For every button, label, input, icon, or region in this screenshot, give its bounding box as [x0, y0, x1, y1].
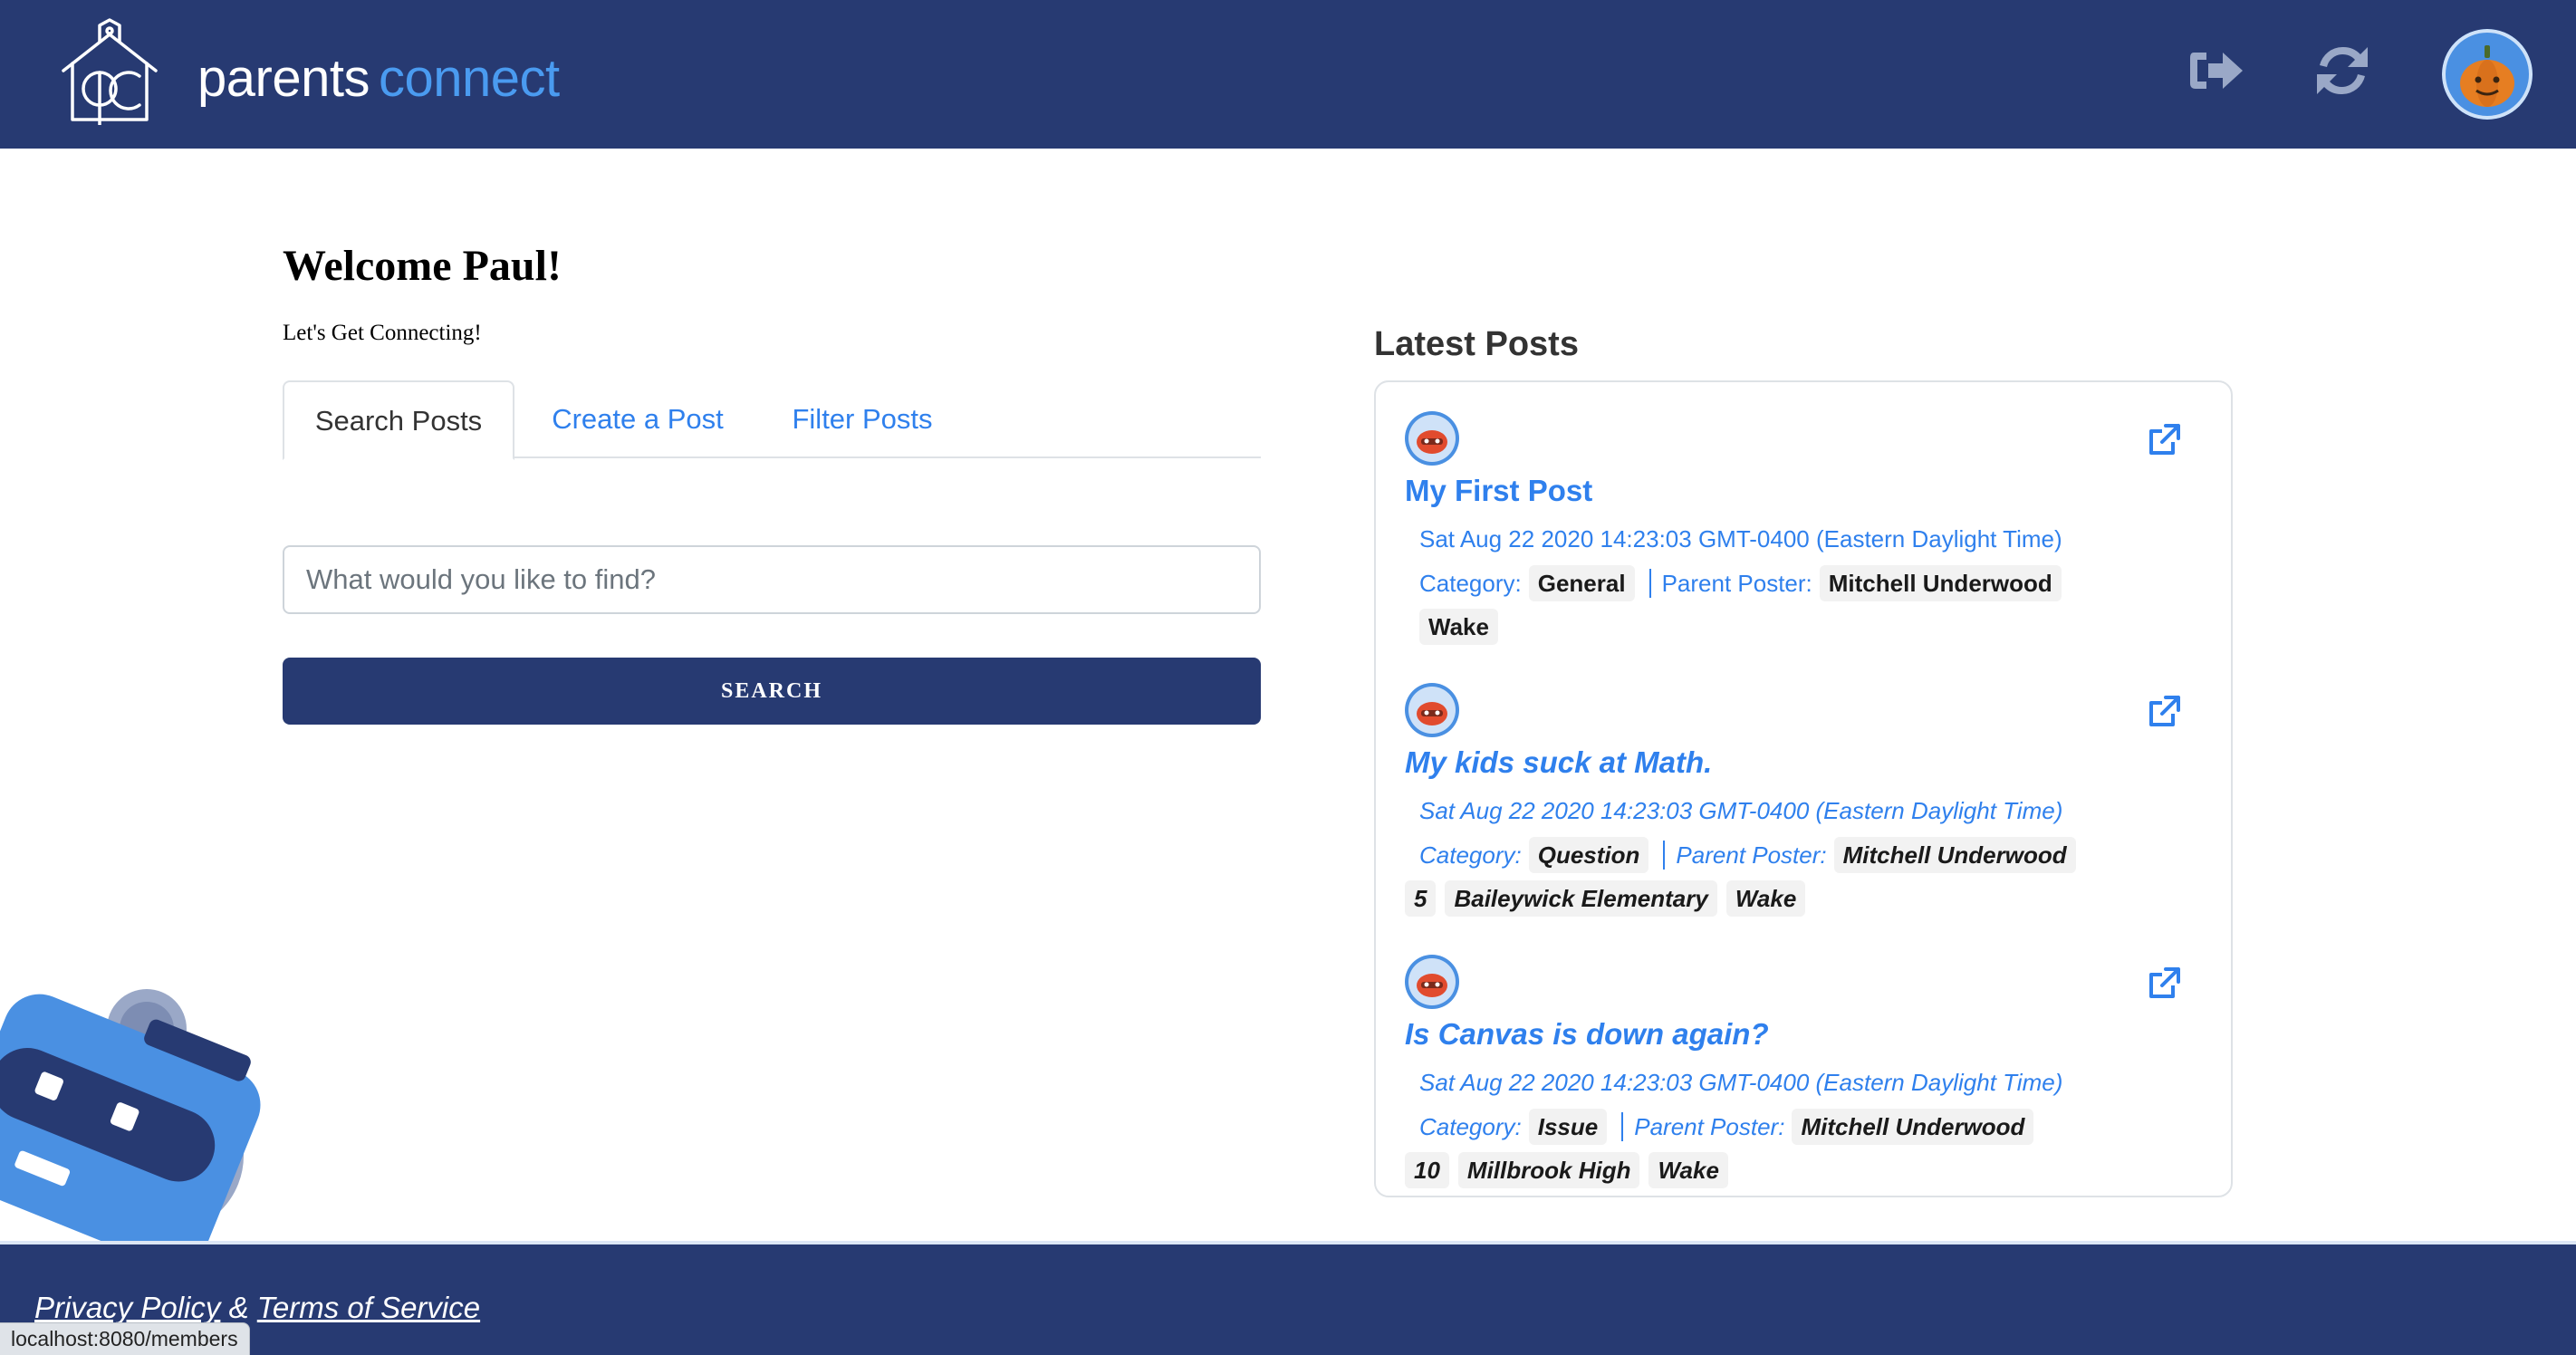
post-title-link[interactable]: Is Canvas is down again?	[1405, 1014, 1769, 1054]
tab-create-post[interactable]: Create a Post	[527, 380, 748, 458]
privacy-policy-link[interactable]: Privacy Policy	[34, 1291, 220, 1324]
refresh-sync-icon[interactable]	[2312, 40, 2373, 101]
meta-separator	[1621, 1112, 1624, 1141]
top-navbar: parents connect	[0, 0, 2576, 149]
post-tabs: Search Posts Create a Post Filter Posts	[283, 380, 1261, 460]
poster-chip: Mitchell Underwood	[1833, 837, 2076, 873]
post-title-link[interactable]: My kids suck at Math.	[1405, 743, 1712, 783]
category-label: Category:	[1419, 841, 1522, 869]
poster-label: Parent Poster:	[1634, 1113, 1785, 1140]
profile-avatar[interactable]	[2442, 29, 2533, 120]
brand-part-parents: parents	[197, 49, 370, 108]
external-link-icon[interactable]	[2146, 422, 2182, 458]
tag-school: Millbrook High	[1457, 1152, 1640, 1188]
brand-name[interactable]: parents connect	[197, 49, 560, 109]
tag-grade: 5	[1405, 880, 1437, 917]
robot-avatar-icon	[1408, 415, 1456, 462]
tab-filter-posts[interactable]: Filter Posts	[763, 380, 962, 458]
post-date: Sat Aug 22 2020 14:23:03 GMT-0400 (Easte…	[1419, 797, 2063, 824]
category-label: Category:	[1419, 570, 1522, 597]
post-tags: 10 Millbrook High Wake	[1405, 1152, 1728, 1188]
welcome-heading: Welcome Paul!	[283, 242, 562, 290]
browser-status-url: localhost:8080/members	[0, 1322, 250, 1355]
robot-avatar-icon	[1408, 687, 1456, 734]
post-meta: Category: Question Parent Poster: Mitche…	[1419, 837, 2076, 873]
tag-county: Wake	[1648, 1152, 1728, 1188]
post-meta: Category: Issue Parent Poster: Mitchell …	[1419, 1109, 2034, 1145]
tag-county: Wake	[1725, 880, 1806, 917]
category-chip: General	[1528, 565, 1635, 601]
brand-part-connect: connect	[378, 49, 560, 108]
post-tags: Wake	[1419, 609, 1498, 645]
post-date: Sat Aug 22 2020 14:23:03 GMT-0400 (Easte…	[1419, 525, 2062, 553]
external-link-icon[interactable]	[2146, 966, 2182, 1002]
post-item: My kids suck at Math. Sat Aug 22 2020 14…	[1405, 683, 2202, 955]
search-button[interactable]: SEARCH	[283, 658, 1261, 725]
page-footer: Privacy Policy & Terms of Service	[0, 1241, 2576, 1355]
post-title-link[interactable]: My First Post	[1405, 471, 1592, 511]
sign-out-icon[interactable]	[2187, 40, 2248, 101]
post-tags: 5 Baileywick Elementary Wake	[1405, 880, 1806, 917]
poster-avatar[interactable]	[1405, 683, 1459, 737]
post-item: Is Canvas is down again? Sat Aug 22 2020…	[1405, 955, 2202, 1226]
tag-school: Baileywick Elementary	[1445, 880, 1717, 917]
poster-chip: Mitchell Underwood	[1819, 565, 2062, 601]
tag-grade: 10	[1405, 1152, 1449, 1188]
search-input[interactable]	[283, 545, 1261, 614]
poster-avatar[interactable]	[1405, 955, 1459, 1009]
meta-separator	[1663, 841, 1666, 870]
category-label: Category:	[1419, 1113, 1522, 1140]
latest-posts-heading: Latest Posts	[1374, 325, 1579, 363]
terms-of-service-link[interactable]: Terms of Service	[257, 1291, 480, 1324]
poster-label: Parent Poster:	[1661, 570, 1812, 597]
latest-posts-card: My First Post Sat Aug 22 2020 14:23:03 G…	[1374, 380, 2233, 1197]
poster-chip: Mitchell Underwood	[1792, 1109, 2034, 1145]
robot-mascot-illustration	[0, 989, 261, 1243]
poster-label: Parent Poster:	[1676, 841, 1827, 869]
robot-avatar-icon	[1408, 958, 1456, 1005]
meta-separator	[1648, 569, 1651, 598]
post-date: Sat Aug 22 2020 14:23:03 GMT-0400 (Easte…	[1419, 1069, 2063, 1096]
tab-search-posts[interactable]: Search Posts	[283, 380, 514, 460]
poster-avatar[interactable]	[1405, 411, 1459, 466]
tag-county: Wake	[1419, 609, 1498, 645]
category-chip: Issue	[1528, 1109, 1608, 1145]
pumpkin-icon	[2442, 29, 2533, 120]
category-chip: Question	[1528, 837, 1649, 873]
external-link-icon[interactable]	[2146, 694, 2182, 730]
schoolhouse-logo-icon[interactable]	[60, 18, 159, 125]
footer-ampersand: &	[228, 1291, 249, 1324]
post-meta: Category: General Parent Poster: Mitchel…	[1419, 565, 2062, 601]
post-item: My First Post Sat Aug 22 2020 14:23:03 G…	[1405, 411, 2202, 683]
welcome-subtitle: Let's Get Connecting!	[283, 321, 482, 345]
